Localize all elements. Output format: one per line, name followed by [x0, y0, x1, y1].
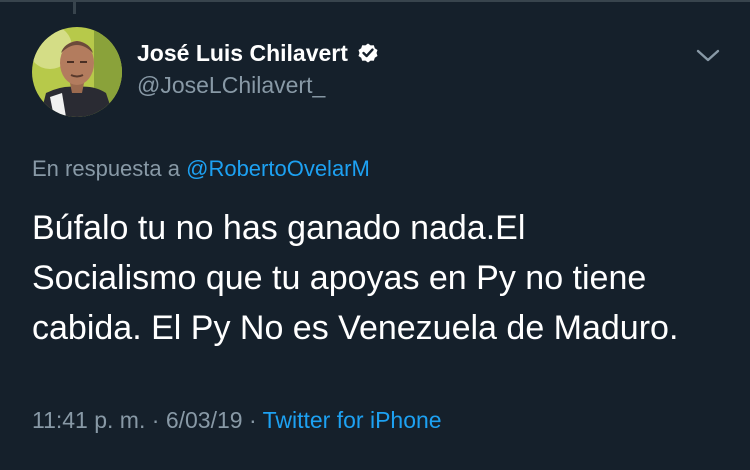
thread-connector [73, 0, 76, 14]
verified-badge-icon [356, 41, 380, 65]
tweet-date[interactable]: 6/03/19 [166, 407, 243, 433]
tweet-metadata: 11:41 p. m. · 6/03/19 · Twitter for iPho… [32, 407, 442, 434]
tweet-line: cabida. El Py No es Venezuela de Maduro. [32, 309, 679, 347]
reply-context: En respuesta a @RobertoOvelarM [32, 156, 370, 182]
tweet-text: Búfalo tu no has ganado nada.El Socialis… [32, 203, 732, 353]
avatar[interactable] [32, 27, 122, 117]
profile-photo [32, 27, 122, 117]
tweet-line: Socialismo que tu apoyas en Py no tiene [32, 259, 647, 297]
top-divider [0, 0, 750, 2]
tweet-time[interactable]: 11:41 p. m. [32, 407, 145, 433]
chevron-down-icon[interactable] [694, 44, 722, 68]
meta-separator: · [145, 407, 166, 433]
tweet-line: Búfalo tu no has ganado nada.El [32, 209, 526, 247]
display-name[interactable]: José Luis Chilavert [137, 40, 348, 67]
author-handle[interactable]: @JoseLChilavert_ [137, 72, 325, 99]
reply-prefix: En respuesta a [32, 156, 187, 181]
tweet-source-link[interactable]: Twitter for iPhone [263, 407, 442, 433]
author-name-row[interactable]: José Luis Chilavert [137, 38, 380, 68]
reply-username-link[interactable]: @RobertoOvelarM [186, 156, 370, 181]
meta-separator: · [242, 407, 263, 433]
